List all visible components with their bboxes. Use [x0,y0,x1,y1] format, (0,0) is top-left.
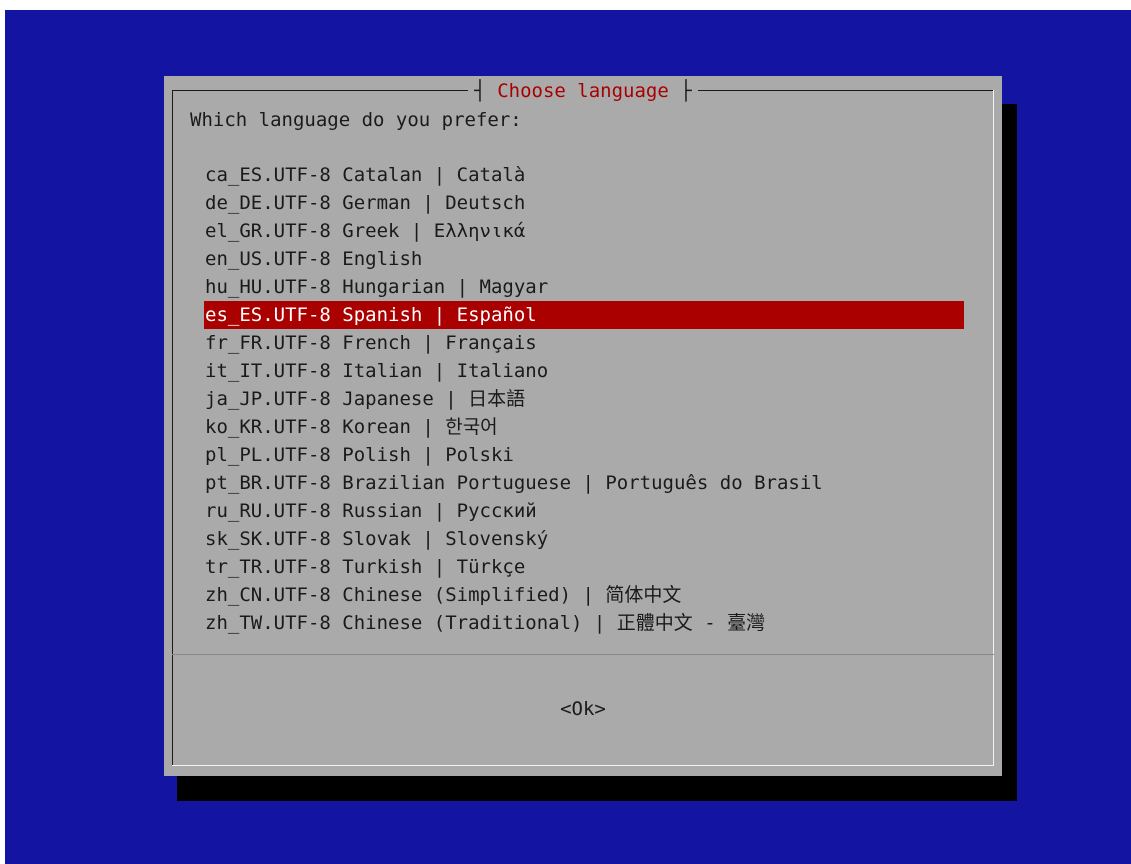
language-option[interactable]: ru_RU.UTF-8 Russian | Русский [204,497,964,525]
language-option[interactable]: ko_KR.UTF-8 Korean | 한국어 [204,413,964,441]
language-option[interactable]: ca_ES.UTF-8 Catalan | Català [204,161,964,189]
language-option[interactable]: it_IT.UTF-8 Italian | Italiano [204,357,964,385]
frame-left [172,90,173,766]
language-option[interactable]: hu_HU.UTF-8 Hungarian | Magyar [204,273,964,301]
language-option[interactable]: tr_TR.UTF-8 Turkish | Türkçe [204,553,964,581]
language-option[interactable]: el_GR.UTF-8 Greek | Ελληνικά [204,217,964,245]
title-bar: ┤ Choose language ├ [164,78,1002,104]
language-option-selected[interactable]: es_ES.UTF-8 Spanish | Español [204,301,964,329]
frame-bottom [172,765,994,766]
ok-button[interactable]: <Ok> [164,696,1002,722]
language-option[interactable]: zh_TW.UTF-8 Chinese (Traditional) | 正體中文… [204,609,964,637]
language-option[interactable]: zh_CN.UTF-8 Chinese (Simplified) | 简体中文 [204,581,964,609]
language-option[interactable]: pt_BR.UTF-8 Brazilian Portuguese | Portu… [204,469,964,497]
language-option[interactable]: de_DE.UTF-8 German | Deutsch [204,189,964,217]
language-list[interactable]: ca_ES.UTF-8 Catalan | Català de_DE.UTF-8 … [204,161,964,637]
language-option[interactable]: sk_SK.UTF-8 Slovak | Slovenský [204,525,964,553]
language-option[interactable]: fr_FR.UTF-8 French | Français [204,329,964,357]
button-separator [172,654,994,655]
language-option[interactable]: pl_PL.UTF-8 Polish | Polski [204,441,964,469]
language-option[interactable]: en_US.UTF-8 English [204,245,964,273]
frame-right [993,90,994,766]
title-right-bracket: ├ [680,80,692,102]
title-left-bracket: ┤ [474,80,486,102]
title-box: ┤ Choose language ├ [468,78,698,104]
language-option[interactable]: ja_JP.UTF-8 Japanese | 日本語 [204,385,964,413]
dialog-title: Choose language [497,80,669,102]
choose-language-dialog: ┤ Choose language ├ Which language do yo… [164,76,1002,776]
prompt-text: Which language do you prefer: [190,109,522,131]
